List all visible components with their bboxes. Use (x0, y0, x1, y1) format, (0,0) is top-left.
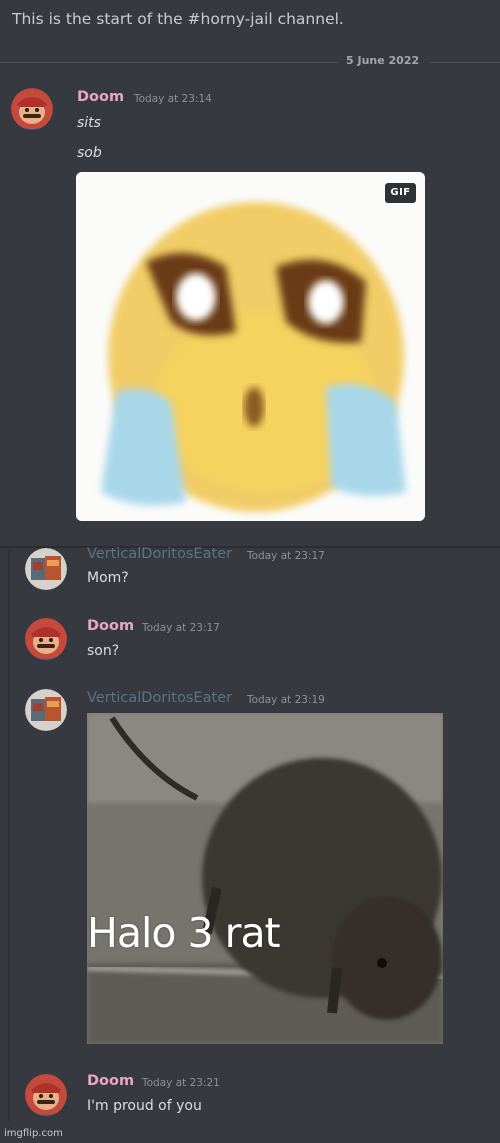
channel-start-text: This is the start of the #horny-jail cha… (12, 10, 344, 28)
message-text: son? (87, 643, 120, 659)
left-border (8, 546, 10, 1121)
mario-avatar-icon (25, 1074, 67, 1116)
mario-avatar-icon (25, 618, 67, 660)
message-author[interactable]: Doom (87, 1073, 134, 1089)
doom-avatar[interactable] (25, 1074, 67, 1116)
imgflip-watermark: imgflip.com (4, 1128, 63, 1139)
message-timestamp: Today at 23:14 (134, 93, 212, 105)
gif-embed[interactable]: GIF (76, 172, 425, 521)
message-author[interactable]: Doom (77, 89, 124, 105)
message-author[interactable]: Doom (87, 618, 134, 634)
mario-avatar-icon (11, 88, 53, 130)
vde-avatar[interactable] (25, 689, 67, 731)
message-text: sits (77, 115, 101, 131)
meme-caption: Halo 3 rat (87, 909, 281, 957)
message-timestamp: Today at 23:17 (142, 622, 220, 634)
doritos-avatar-icon (25, 548, 67, 590)
message-timestamp: Today at 23:17 (247, 550, 325, 562)
divider-line-right (430, 62, 500, 63)
date-divider-label: 5 June 2022 (346, 54, 420, 67)
date-divider: 5 June 2022 (0, 54, 500, 70)
doom-avatar[interactable] (25, 618, 67, 660)
doom-avatar[interactable] (11, 88, 53, 130)
doritos-avatar-icon (25, 689, 67, 731)
message-text: I'm proud of you (87, 1098, 202, 1114)
message-author[interactable]: VerticalDoritosEater (87, 690, 232, 706)
message-text: sob (77, 145, 102, 161)
message-timestamp: Today at 23:19 (247, 694, 325, 706)
rat-image[interactable]: Halo 3 rat (87, 713, 443, 1044)
vde-avatar[interactable] (25, 548, 67, 590)
section-divider (0, 546, 500, 548)
message-author[interactable]: VerticalDoritosEater (87, 546, 232, 562)
rat-photo (87, 713, 443, 1044)
crying-emoji-image (76, 172, 425, 521)
gif-badge: GIF (385, 183, 416, 203)
message-timestamp: Today at 23:21 (142, 1077, 220, 1089)
divider-line-left (0, 62, 338, 63)
message-text: Mom? (87, 570, 129, 586)
